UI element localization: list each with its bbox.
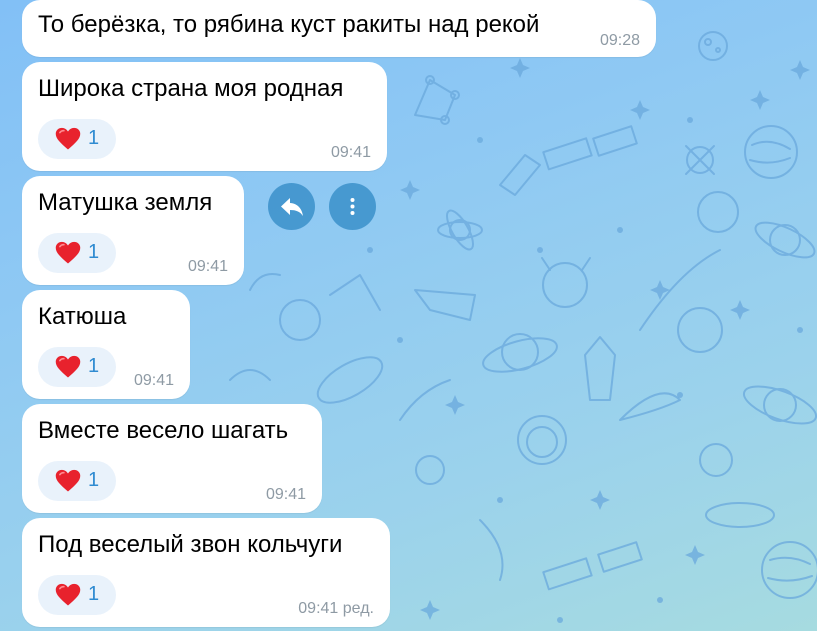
message-bubble[interactable]: Широка страна моя родная 1 09:41 bbox=[22, 62, 387, 171]
heart-icon bbox=[55, 583, 81, 606]
message-bubble[interactable]: Под веселый звон кольчуги 1 09:41 ред. bbox=[22, 518, 390, 627]
message-text: Под веселый звон кольчуги bbox=[38, 531, 343, 558]
message-time: 09:41 bbox=[133, 372, 174, 389]
vertical-dots-icon bbox=[350, 198, 355, 215]
heart-icon bbox=[55, 355, 81, 378]
message-bubble[interactable]: То берёзка, то рябина куст ракиты над ре… bbox=[22, 0, 656, 57]
message-text: То берёзка, то рябина куст ракиты над ре… bbox=[38, 11, 540, 38]
message-bubble[interactable]: Матушка земля 1 09:41 bbox=[22, 176, 244, 285]
reaction-count: 1 bbox=[88, 241, 100, 263]
reply-arrow-icon bbox=[281, 198, 303, 216]
message-time: 09:28 bbox=[599, 32, 640, 49]
message-time: 09:41 ред. bbox=[298, 600, 374, 617]
message-text: Катюша bbox=[38, 303, 127, 330]
reaction-count: 1 bbox=[88, 355, 100, 377]
message-text: Вместе весело шагать bbox=[38, 417, 289, 444]
message-time: 09:41 bbox=[265, 486, 306, 503]
reaction-chip[interactable]: 1 bbox=[38, 347, 116, 387]
message-bubble[interactable]: Катюша 1 09:41 bbox=[22, 290, 190, 399]
heart-icon bbox=[55, 469, 81, 492]
heart-icon bbox=[55, 127, 81, 150]
reply-button[interactable] bbox=[268, 183, 315, 230]
message-bubble[interactable]: Вместе весело шагать 1 09:41 bbox=[22, 404, 322, 513]
reaction-count: 1 bbox=[88, 127, 100, 149]
reaction-chip[interactable]: 1 bbox=[38, 575, 116, 615]
message-time: 09:41 bbox=[330, 144, 371, 161]
reaction-count: 1 bbox=[88, 583, 100, 605]
reaction-chip[interactable]: 1 bbox=[38, 461, 116, 501]
message-text: Матушка земля bbox=[38, 189, 213, 216]
reaction-count: 1 bbox=[88, 469, 100, 491]
heart-icon bbox=[55, 241, 81, 264]
message-text: Широка страна моя родная bbox=[38, 75, 344, 102]
reaction-chip[interactable]: 1 bbox=[38, 233, 116, 273]
message-time: 09:41 bbox=[187, 258, 228, 275]
reaction-chip[interactable]: 1 bbox=[38, 119, 116, 159]
more-options-button[interactable] bbox=[329, 183, 376, 230]
